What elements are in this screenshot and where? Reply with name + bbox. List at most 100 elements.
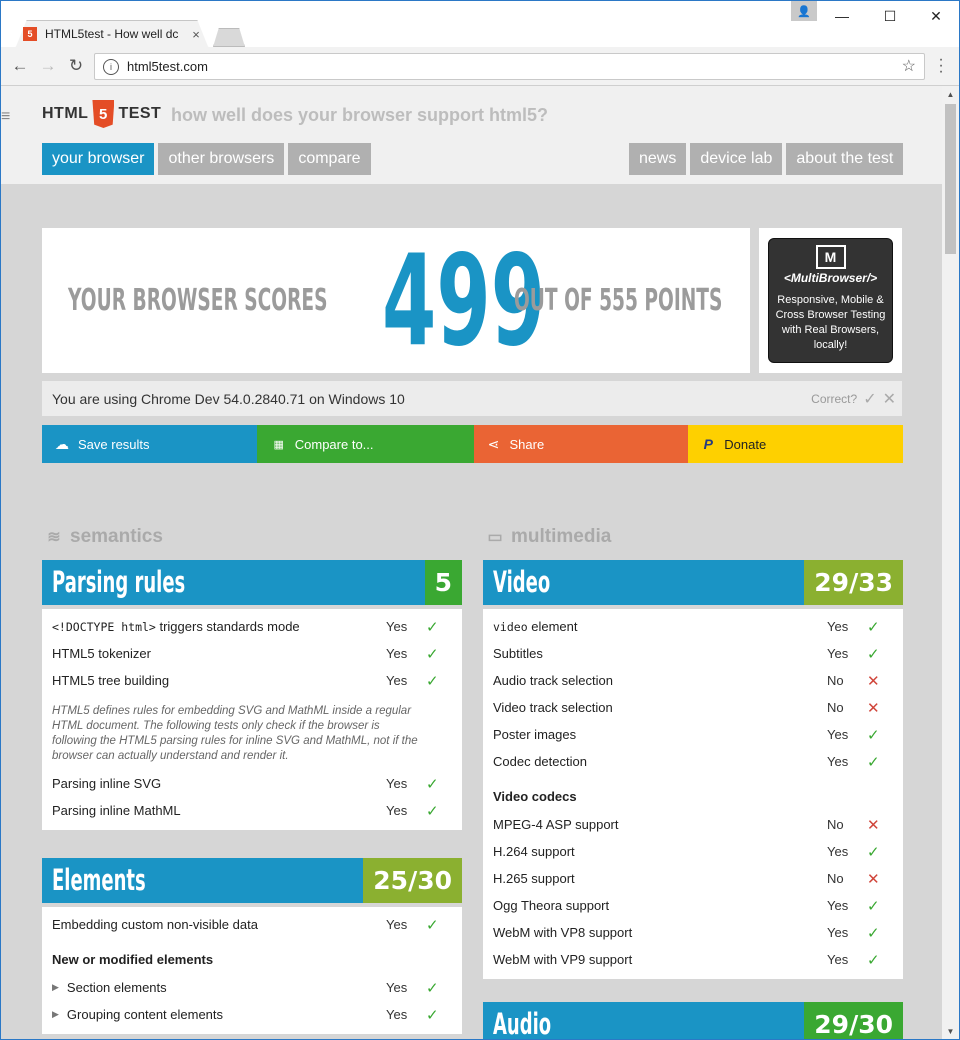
subheading-label: New or modified elements <box>52 951 214 967</box>
expand-triangle-icon[interactable]: ▶ <box>52 982 59 993</box>
compare-to-button[interactable]: ▦ Compare to... <box>256 425 474 463</box>
subheading: New or modified elements <box>42 938 462 974</box>
test-label: MPEG-4 ASP support <box>493 817 619 832</box>
test-row: Parsing inline SVG Yes ✓ <box>42 770 462 797</box>
section-parsing-rules: Parsing rules 5 <!DOCTYPE html> triggers… <box>42 560 462 830</box>
section-header[interactable]: Elements 25/30 <box>42 858 462 903</box>
site-header: ≡ HTML 5 TEST how well does your browser… <box>1 86 942 184</box>
active-tab-content[interactable]: 5 HTML5test - How well dc × <box>23 21 203 47</box>
nav-news[interactable]: news <box>629 143 687 175</box>
minimize-button[interactable]: — <box>819 1 865 31</box>
test-result: No <box>827 700 844 715</box>
section-score: 5 <box>424 560 462 605</box>
test-result: Yes <box>386 646 408 661</box>
save-results-button[interactable]: ☁ Save results <box>42 425 257 463</box>
section-audio: Audio 29/30 <box>483 1002 903 1039</box>
subheading: Video codecs <box>483 775 903 811</box>
cloud-upload-icon: ☁ <box>55 435 69 452</box>
score-panel: YOUR BROWSER SCORES 499 OUT OF 555 POINT… <box>42 228 750 373</box>
test-result: Yes <box>386 980 408 995</box>
section-header[interactable]: Parsing rules 5 <box>42 560 462 605</box>
hamburger-menu-icon[interactable]: ≡ <box>1 108 15 126</box>
browser-toolbar: ← → ↻ i html5test.com ☆ · · · <box>1 47 959 86</box>
share-label: Share <box>509 436 545 452</box>
section-body: video element Yes ✓ Subtitles Yes ✓ Audi… <box>483 609 903 979</box>
test-label: Parsing inline MathML <box>52 803 181 818</box>
test-label: Subtitles <box>493 646 543 661</box>
test-row: HTML5 tokenizer Yes ✓ <box>42 640 462 667</box>
site-logo[interactable]: HTML 5 TEST <box>42 100 161 128</box>
check-icon: ✓ <box>867 726 880 744</box>
nav-about-the-test[interactable]: about the test <box>786 143 904 175</box>
user-profile-icon[interactable]: 👤 <box>791 1 817 21</box>
url-text: html5test.com <box>127 59 208 74</box>
section-title: Video <box>493 565 551 599</box>
test-row: Ogg Theora support Yes ✓ <box>483 892 903 919</box>
page-scrollbar[interactable]: ▲ ▼ <box>942 86 959 1039</box>
logo-right-text: TEST <box>118 105 162 122</box>
donate-button[interactable]: P Donate <box>688 425 903 463</box>
test-row: H.264 support Yes ✓ <box>483 838 903 865</box>
confirm-check-icon[interactable]: ✓ <box>863 389 876 409</box>
section-video: Video 29/33 video element Yes ✓ Subtitle… <box>483 560 903 979</box>
section-score: 29/33 <box>804 560 903 605</box>
save-results-label: Save results <box>78 436 150 452</box>
section-header[interactable]: Audio 29/30 <box>483 1002 903 1039</box>
section-elements: Elements 25/30 Embedding custom non-visi… <box>42 858 462 1034</box>
nav-compare[interactable]: compare <box>288 143 371 175</box>
check-icon: ✓ <box>426 1006 439 1024</box>
reload-icon[interactable]: ↻ <box>66 56 86 76</box>
nav-right: news device lab about the test <box>629 143 904 175</box>
bookmark-star-icon[interactable]: ☆ <box>902 56 916 76</box>
nav-device-lab[interactable]: device lab <box>690 143 783 175</box>
paypal-icon: P <box>703 436 713 452</box>
nav-other-browsers[interactable]: other browsers <box>158 143 285 175</box>
check-icon: ✓ <box>867 753 880 771</box>
scroll-thumb[interactable] <box>945 104 956 254</box>
maximize-button[interactable]: ☐ <box>867 1 913 31</box>
info-icon[interactable]: i <box>103 58 119 75</box>
scroll-down-arrow-icon[interactable]: ▼ <box>942 1023 959 1039</box>
new-tab-button[interactable] <box>213 28 245 47</box>
address-bar[interactable]: i html5test.com ☆ <box>94 53 925 80</box>
test-result: Yes <box>386 1007 408 1022</box>
scroll-up-arrow-icon[interactable]: ▲ <box>942 86 959 102</box>
expandable-row[interactable]: ▶ Section elements Yes ✓ <box>42 974 462 1001</box>
score-suffix: OUT OF 555 POINTS <box>514 283 723 318</box>
menu-kebab-icon[interactable]: · · · <box>935 52 947 80</box>
test-row: Poster images Yes ✓ <box>483 721 903 748</box>
subheading-label: Video codecs <box>493 788 577 804</box>
section-title: Elements <box>52 863 146 897</box>
ad-banner[interactable]: M <MultiBrowser/> Responsive, Mobile & C… <box>768 238 893 363</box>
expandable-row[interactable]: ▶ Grouping content elements Yes ✓ <box>42 1001 462 1028</box>
category-multimedia-label: multimedia <box>511 526 612 547</box>
test-label: HTML5 tree building <box>52 673 170 688</box>
check-icon: ✓ <box>426 645 439 663</box>
forward-arrow-icon[interactable]: → <box>38 56 58 76</box>
test-label-text: triggers standards mode <box>155 619 300 634</box>
section-header[interactable]: Video 29/33 <box>483 560 903 605</box>
expand-triangle-icon[interactable]: ▶ <box>52 1009 59 1020</box>
section-title: Audio <box>493 1007 552 1039</box>
tab-close-icon[interactable]: × <box>189 27 203 42</box>
nav-your-browser[interactable]: your browser <box>42 143 155 175</box>
test-row: video element Yes ✓ <box>483 613 903 640</box>
reject-x-icon[interactable]: ✕ <box>883 389 896 409</box>
test-result: Yes <box>827 952 849 967</box>
test-result: Yes <box>827 619 849 634</box>
test-result: Yes <box>386 673 408 688</box>
compare-to-label: Compare to... <box>294 436 374 452</box>
test-row: Audio track selection No ✕ <box>483 667 903 694</box>
back-arrow-icon[interactable]: ← <box>10 56 30 76</box>
page-viewport: ≡ HTML 5 TEST how well does your browser… <box>1 86 942 1039</box>
advertisement[interactable]: M <MultiBrowser/> Responsive, Mobile & C… <box>759 228 902 373</box>
code-snippet: video <box>493 620 528 634</box>
test-label: HTML5 tokenizer <box>52 646 151 661</box>
check-icon: ✓ <box>426 775 439 793</box>
share-button[interactable]: ⋖ Share <box>473 425 689 463</box>
test-result: No <box>827 817 844 832</box>
test-result: Yes <box>386 917 408 932</box>
close-window-button[interactable]: ✕ <box>913 1 959 31</box>
check-icon: ✓ <box>867 645 880 663</box>
test-result: Yes <box>827 925 849 940</box>
